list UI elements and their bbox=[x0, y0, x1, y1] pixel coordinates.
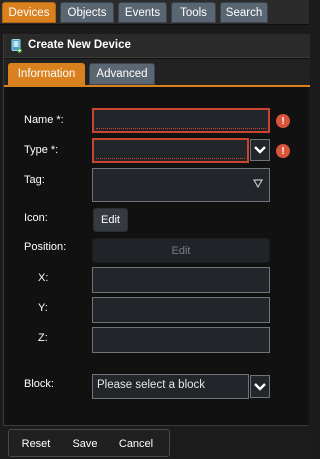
save-button[interactable]: Save bbox=[65, 433, 105, 455]
z-label: Z: bbox=[38, 332, 48, 344]
name-input[interactable] bbox=[92, 108, 270, 133]
block-select[interactable]: Please select a block bbox=[92, 374, 249, 399]
sub-tab-bar: Information Advanced bbox=[4, 59, 310, 87]
tab-devices[interactable]: Devices bbox=[2, 2, 56, 23]
block-dropdown-button[interactable] bbox=[250, 375, 270, 398]
tab-advanced[interactable]: Advanced bbox=[89, 63, 155, 85]
tab-information[interactable]: Information bbox=[8, 63, 85, 85]
x-input[interactable] bbox=[92, 267, 270, 293]
type-dropdown-button[interactable] bbox=[250, 139, 270, 161]
tag-input[interactable] bbox=[92, 168, 270, 202]
block-select-value: Please select a block bbox=[97, 379, 206, 391]
cancel-button[interactable]: Cancel bbox=[111, 433, 161, 455]
triangle-down-icon bbox=[253, 179, 263, 188]
device-add-icon bbox=[11, 39, 22, 53]
tab-objects[interactable]: Objects bbox=[60, 2, 114, 23]
z-input[interactable] bbox=[92, 327, 270, 353]
top-nav-bar: Devices Objects Events Tools Search bbox=[0, 0, 309, 25]
icon-edit-button[interactable]: Edit bbox=[93, 208, 128, 232]
panel-title: Create New Device bbox=[28, 39, 131, 51]
chevron-down-icon bbox=[254, 146, 266, 154]
name-label: Name *: bbox=[24, 114, 64, 126]
tag-label: Tag: bbox=[24, 174, 45, 186]
position-edit-button[interactable]: Edit bbox=[92, 238, 270, 263]
reset-button[interactable]: Reset bbox=[13, 433, 59, 455]
panel-header: Create New Device bbox=[4, 34, 310, 58]
type-input[interactable] bbox=[92, 138, 249, 163]
position-label: Position: bbox=[24, 241, 67, 253]
tab-search[interactable]: Search bbox=[220, 2, 268, 23]
block-label: Block: bbox=[24, 378, 54, 390]
type-label: Type *: bbox=[24, 144, 59, 156]
x-label: X: bbox=[38, 272, 49, 284]
tab-tools[interactable]: Tools bbox=[171, 2, 216, 23]
chevron-down-icon bbox=[254, 382, 266, 391]
icon-label: Icon: bbox=[24, 212, 48, 224]
name-error-icon: ! bbox=[276, 114, 290, 128]
y-label: Y: bbox=[38, 302, 48, 314]
type-error-icon: ! bbox=[276, 144, 290, 158]
tab-events[interactable]: Events bbox=[118, 2, 167, 23]
y-input[interactable] bbox=[92, 297, 270, 323]
footer-bar: Reset Save Cancel bbox=[3, 425, 309, 459]
